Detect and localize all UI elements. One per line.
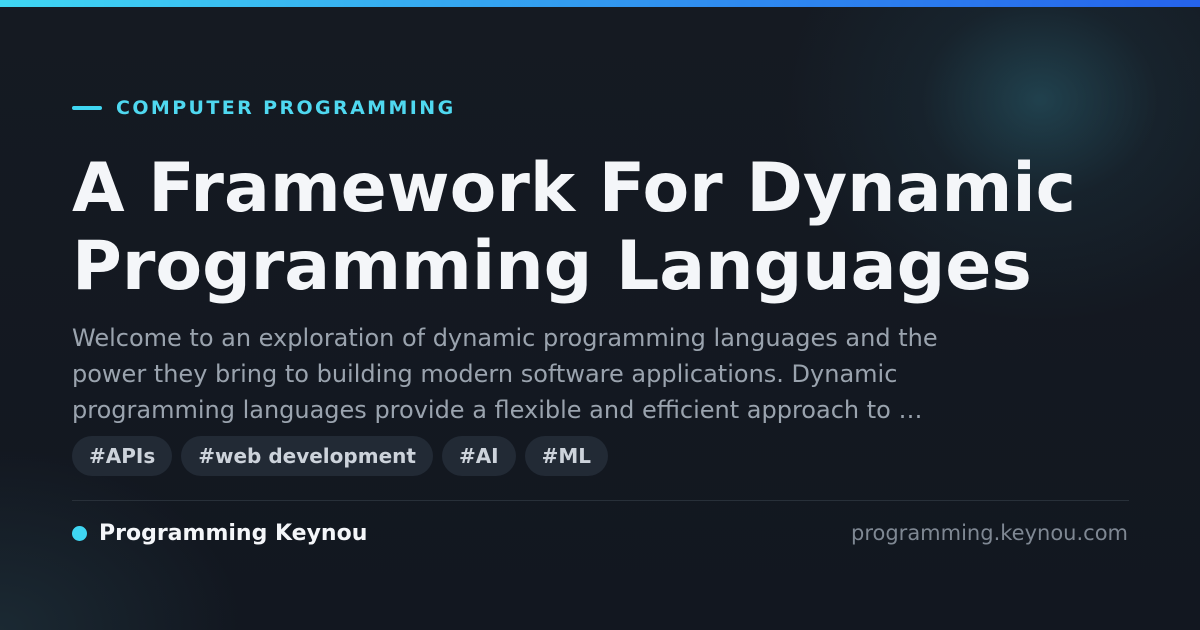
tag-ai[interactable]: #AI (441, 436, 516, 476)
brand-name: Programming Keynou (99, 520, 368, 546)
brand-dot-icon (72, 525, 87, 541)
description-line: programming languages provide a flexible… (72, 396, 923, 424)
title-line: A Framework For Dynamic (72, 149, 1076, 228)
category-label: COMPUTER PROGRAMMING (72, 96, 456, 120)
category-text: COMPUTER PROGRAMMING (116, 97, 456, 119)
footer-divider (72, 500, 1129, 501)
tag-ml[interactable]: #ML (524, 436, 609, 476)
description-line: Welcome to an exploration of dynamic pro… (72, 324, 938, 352)
page-title: A Framework For Dynamic Programming Lang… (72, 150, 1152, 306)
title-line: Programming Languages (72, 227, 1032, 306)
tag-web-development[interactable]: #web development (181, 436, 433, 476)
tag-apis[interactable]: #APIs (72, 436, 173, 476)
brand[interactable]: Programming Keynou (72, 518, 367, 548)
description: Welcome to an exploration of dynamic pro… (72, 320, 1132, 428)
top-accent-bar (0, 0, 1200, 7)
description-line: power they bring to building modern soft… (72, 360, 898, 388)
tag-list: #APIs #web development #AI #ML (72, 436, 609, 476)
category-dash-icon (72, 106, 102, 110)
site-domain-link[interactable]: programming.keynou.com (851, 518, 1128, 548)
